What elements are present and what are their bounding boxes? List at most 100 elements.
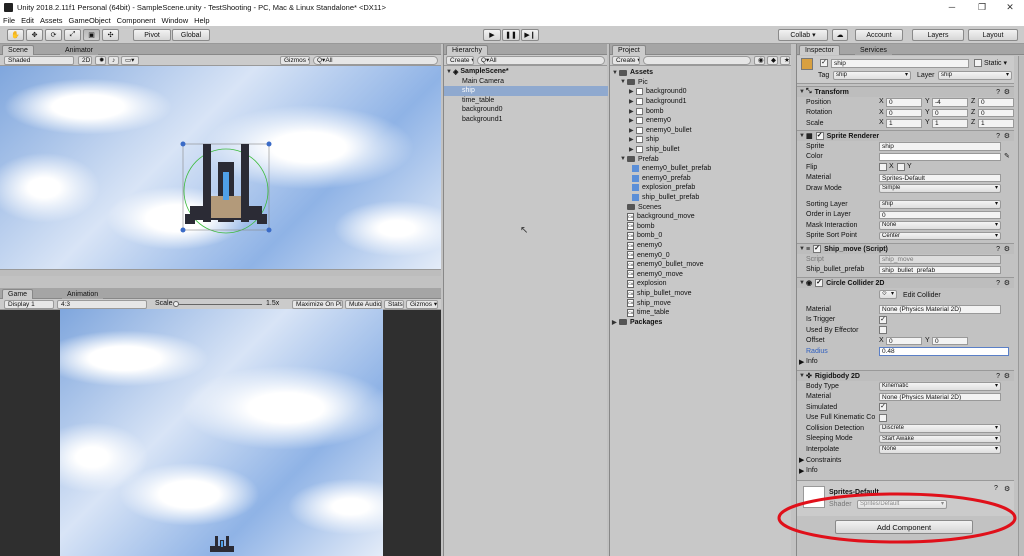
- scene-search-input[interactable]: Q▾All: [313, 56, 438, 65]
- settings-gear-icon[interactable]: ⚙: [1004, 279, 1010, 287]
- ship-move-component[interactable]: ▼ ≡ ✓ Ship_move (Script) ? ⚙: [797, 243, 1014, 254]
- expand-arrow-icon[interactable]: ▶: [629, 136, 636, 143]
- project-folder-packages[interactable]: ▶ Packages: [610, 318, 792, 328]
- game-gizmos-dropdown[interactable]: Gizmos ▾: [406, 300, 438, 309]
- project-item-sprite[interactable]: ▶ ship: [610, 135, 792, 145]
- rotation-x-field[interactable]: 0: [886, 108, 922, 117]
- tab-services[interactable]: Services: [855, 45, 892, 55]
- project-item-script[interactable]: C# time_table: [610, 308, 792, 318]
- expand-arrow-icon[interactable]: ▶: [629, 127, 636, 134]
- material-field[interactable]: Sprites-Default: [879, 173, 1001, 182]
- scale-tool-icon[interactable]: ⤢: [64, 29, 81, 41]
- hierarchy-create-dropdown[interactable]: Create ▾: [446, 56, 474, 65]
- transform-component[interactable]: ▼ ⤡ Transform ? ⚙: [797, 86, 1014, 97]
- project-folder-scenes[interactable]: Scenes: [610, 202, 792, 212]
- project-item-script[interactable]: C# bomb: [610, 222, 792, 232]
- constraints-foldout[interactable]: ▶ Constraints: [797, 455, 1014, 466]
- layers-dropdown[interactable]: Layers: [912, 29, 964, 41]
- sort-point-dropdown[interactable]: Center: [879, 231, 1001, 240]
- menu-window[interactable]: Window: [161, 16, 188, 25]
- active-checkbox[interactable]: ✓: [820, 59, 828, 67]
- hand-tool-icon[interactable]: ✋: [7, 29, 24, 41]
- help-icon[interactable]: ?: [996, 89, 1000, 96]
- rotation-z-field[interactable]: 0: [978, 108, 1014, 117]
- hierarchy-item-time-table[interactable]: time_table: [444, 96, 608, 106]
- component-enabled-checkbox[interactable]: ✓: [815, 132, 824, 140]
- project-item-prefab[interactable]: enemy0_bullet_prefab: [610, 164, 792, 174]
- draw-mode-dropdown[interactable]: Simple: [879, 184, 1001, 193]
- project-item-script[interactable]: C# enemy0_0: [610, 250, 792, 260]
- settings-gear-icon[interactable]: ⚙: [1004, 372, 1010, 380]
- scale-slider[interactable]: [174, 304, 262, 305]
- scene-canvas[interactable]: [0, 66, 441, 269]
- cloud-icon[interactable]: ☁: [832, 29, 848, 41]
- layer-dropdown[interactable]: ship: [938, 71, 1012, 80]
- project-search-input[interactable]: [643, 56, 751, 65]
- effects-icon[interactable]: ▭▾: [121, 56, 139, 65]
- flip-y-checkbox[interactable]: [897, 163, 905, 171]
- scale-y-field[interactable]: 1: [932, 119, 968, 128]
- expand-arrow-icon[interactable]: ▶: [629, 117, 636, 124]
- tab-hierarchy[interactable]: Hierarchy: [446, 45, 488, 55]
- menu-edit[interactable]: Edit: [21, 16, 34, 25]
- expand-arrow-icon[interactable]: ▼: [799, 89, 806, 95]
- tab-project[interactable]: Project: [612, 45, 646, 55]
- menu-gameobject[interactable]: GameObject: [69, 16, 111, 25]
- mute-audio-toggle[interactable]: Mute Audio: [345, 300, 382, 309]
- project-item-script[interactable]: C# enemy0_move: [610, 270, 792, 280]
- play-button[interactable]: ▶: [483, 29, 501, 41]
- help-icon[interactable]: ?: [996, 133, 1000, 140]
- position-x-field[interactable]: 0: [886, 98, 922, 107]
- tab-inspector[interactable]: Inspector: [799, 45, 840, 55]
- expand-arrow-icon[interactable]: ▼: [799, 373, 806, 379]
- audio-icon[interactable]: ♪: [108, 56, 119, 65]
- expand-arrow-icon[interactable]: ▼: [799, 246, 806, 252]
- scene-ship-sprite[interactable]: [0, 66, 441, 269]
- hierarchy-item-background0[interactable]: background0: [444, 105, 608, 115]
- rb-material-field[interactable]: None (Physics Material 2D): [879, 392, 1001, 401]
- collapse-arrow-icon[interactable]: ▶: [799, 358, 804, 366]
- color-swatch[interactable]: [879, 152, 1001, 161]
- hierarchy-item-main-camera[interactable]: Main Camera: [444, 77, 608, 87]
- sprite-renderer-component[interactable]: ▼ ▦ ✓ Sprite Renderer ? ⚙: [797, 130, 1014, 141]
- script-field[interactable]: ship_move: [879, 255, 1001, 264]
- favorite-icon[interactable]: ★: [780, 56, 790, 65]
- expand-arrow-icon[interactable]: ▼: [620, 79, 627, 85]
- circle-collider-component[interactable]: ▼ ◉ ✓ Circle Collider 2D ? ⚙: [797, 277, 1014, 288]
- mode-2d-toggle[interactable]: 2D: [78, 56, 92, 65]
- expand-arrow-icon[interactable]: ▼: [799, 133, 806, 139]
- mask-interaction-dropdown[interactable]: None: [879, 221, 1001, 230]
- collapse-arrow-icon[interactable]: ▶: [612, 319, 619, 326]
- project-folder-prefab[interactable]: ▼ Prefab: [610, 154, 792, 164]
- menu-help[interactable]: Help: [194, 16, 209, 25]
- static-checkbox[interactable]: [974, 59, 982, 67]
- collapse-arrow-icon[interactable]: ▶: [799, 467, 804, 475]
- account-dropdown[interactable]: Account: [855, 29, 903, 41]
- project-item-prefab[interactable]: ship_bullet_prefab: [610, 193, 792, 203]
- project-item-script[interactable]: C# enemy0_bullet_move: [610, 260, 792, 270]
- collider-info-foldout[interactable]: ▶ Info: [797, 357, 1014, 368]
- shading-dropdown[interactable]: Shaded: [4, 56, 74, 65]
- used-by-effector-checkbox[interactable]: [879, 326, 887, 334]
- aspect-dropdown[interactable]: 4:3: [57, 300, 147, 309]
- expand-arrow-icon[interactable]: ▶: [629, 88, 636, 95]
- transform-tool-icon[interactable]: ✣: [102, 29, 119, 41]
- eyedropper-icon[interactable]: ✎: [1004, 152, 1010, 160]
- is-trigger-checkbox[interactable]: ✓: [879, 315, 887, 324]
- scene-gizmos-dropdown[interactable]: Gizmos ▾: [280, 56, 310, 65]
- collision-dropdown[interactable]: Discrete: [879, 424, 1001, 433]
- collab-dropdown[interactable]: Collab ▾: [778, 29, 828, 41]
- project-item-sprite[interactable]: ▶ background1: [610, 97, 792, 107]
- rigidbody-component[interactable]: ▼ ✜ Rigidbody 2D ? ⚙: [797, 370, 1014, 381]
- position-z-field[interactable]: 0: [978, 98, 1014, 107]
- inspector-scrollbar[interactable]: [1018, 56, 1024, 556]
- restore-icon[interactable]: ❐: [968, 0, 996, 14]
- project-folder-assets[interactable]: ▼ Assets: [610, 68, 792, 78]
- menu-assets[interactable]: Assets: [40, 16, 63, 25]
- body-type-dropdown[interactable]: Kinematic: [879, 382, 1001, 391]
- project-item-script[interactable]: C# enemy0: [610, 241, 792, 251]
- project-create-dropdown[interactable]: Create ▾: [612, 56, 640, 65]
- move-tool-icon[interactable]: ✥: [26, 29, 43, 41]
- project-item-sprite[interactable]: ▶ ship_bullet: [610, 145, 792, 155]
- expand-arrow-icon[interactable]: ▶: [629, 108, 636, 115]
